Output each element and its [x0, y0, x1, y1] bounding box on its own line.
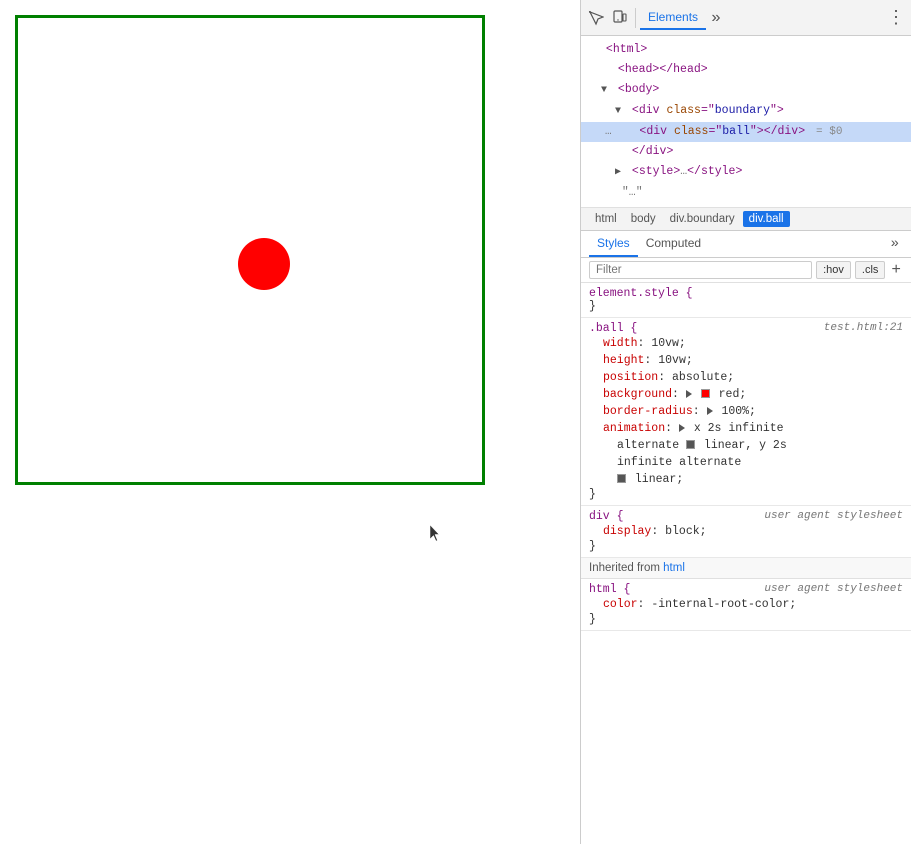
prop-animation-line2: alternate linear, y 2s	[589, 437, 903, 454]
filter-bar: :hov .cls +	[581, 258, 911, 283]
toolbar-divider	[635, 8, 636, 28]
dom-line-close-boundary[interactable]: </div>	[581, 142, 911, 162]
dom-line-body[interactable]: ▼ <body>	[581, 80, 911, 101]
boundary-div	[15, 15, 485, 485]
anim-swatch-2[interactable]	[617, 474, 626, 483]
prop-display[interactable]: display: block;	[589, 523, 903, 540]
breadcrumb: html body div.boundary div.ball	[581, 208, 911, 231]
prop-color[interactable]: color: -internal-root-color;	[589, 596, 903, 613]
rule-element-style: element.style { }	[581, 283, 911, 318]
prop-animation-line4: linear;	[589, 471, 903, 488]
rule-close-div: }	[589, 540, 903, 553]
dom-tree: <html> <head></head> ▼ <body> ▼ <div cla…	[581, 36, 911, 208]
rule-close-html: }	[589, 613, 903, 626]
rule-close-ball: }	[589, 488, 903, 501]
tab-computed[interactable]: Computed	[638, 231, 709, 257]
cls-button[interactable]: .cls	[855, 261, 886, 279]
rule-selector-element-style[interactable]: element.style {	[589, 287, 903, 300]
rule-div-ua: div { user agent stylesheet display: blo…	[581, 506, 911, 558]
hov-button[interactable]: :hov	[816, 261, 851, 279]
devtools-menu-icon[interactable]: ⋮	[885, 7, 907, 29]
styles-tabs: Styles Computed »	[581, 231, 911, 258]
ball-div	[238, 238, 290, 290]
prop-width[interactable]: width: 10vw;	[589, 335, 903, 352]
prop-animation-line3: infinite alternate	[589, 454, 903, 471]
anim-expand-icon[interactable]	[679, 424, 685, 432]
tab-styles[interactable]: Styles	[589, 231, 638, 257]
prop-background[interactable]: background: red;	[589, 386, 903, 403]
rule-close-element-style: }	[589, 300, 903, 313]
device-icon[interactable]	[609, 7, 631, 29]
rule-source-ball[interactable]: test.html:21	[824, 322, 903, 334]
styles-more-icon[interactable]: »	[887, 232, 903, 256]
rule-ball: .ball { test.html:21 width: 10vw; height…	[581, 318, 911, 506]
prop-position[interactable]: position: absolute;	[589, 369, 903, 386]
dom-line-boundary[interactable]: ▼ <div class="boundary">	[581, 101, 911, 122]
inspect-icon[interactable]	[585, 7, 607, 29]
devtools-tab-bar: Elements »	[640, 6, 885, 30]
bc-body[interactable]: body	[625, 211, 662, 227]
bc-div-boundary[interactable]: div.boundary	[664, 211, 741, 227]
rule-selector-div[interactable]: div { user agent stylesheet	[589, 510, 903, 523]
dom-line-head[interactable]: <head></head>	[581, 60, 911, 80]
prop-animation[interactable]: animation: x 2s infinite	[589, 420, 903, 437]
cursor-arrow	[430, 525, 442, 543]
inherited-header: Inherited from html	[581, 558, 911, 579]
filter-input[interactable]	[589, 261, 812, 279]
devtools-toolbar: Elements » ⋮	[581, 0, 911, 36]
bc-div-ball[interactable]: div.ball	[743, 211, 790, 227]
more-tabs-icon[interactable]: »	[706, 8, 726, 28]
devtools-panel: Elements » ⋮ <html> <head></head> ▼ <bod…	[580, 0, 911, 844]
tab-elements[interactable]: Elements	[640, 6, 706, 30]
dom-line-ball[interactable]: … <div class="ball"></div> = $0	[581, 122, 911, 142]
rule-selector-ball[interactable]: .ball { test.html:21	[589, 322, 903, 335]
ua-label-div: user agent stylesheet	[764, 510, 903, 522]
bc-html[interactable]: html	[589, 211, 623, 227]
add-style-button[interactable]: +	[889, 261, 903, 279]
bg-expand-icon[interactable]	[686, 390, 692, 398]
prop-border-radius[interactable]: border-radius: 100%;	[589, 403, 903, 420]
dom-line-style[interactable]: ▶ <style>…</style>	[581, 162, 911, 183]
anim-swatch-1[interactable]	[686, 440, 695, 449]
color-swatch-red[interactable]	[701, 389, 710, 398]
ua-label-html: user agent stylesheet	[764, 583, 903, 595]
prop-height[interactable]: height: 10vw;	[589, 352, 903, 369]
dom-line-text[interactable]: "…"	[581, 183, 911, 203]
br-expand-icon[interactable]	[707, 407, 713, 415]
dom-line-html[interactable]: <html>	[581, 40, 911, 60]
inherited-link-html[interactable]: html	[663, 562, 685, 574]
css-rules: element.style { } .ball { test.html:21 w…	[581, 283, 911, 844]
preview-panel	[0, 0, 580, 844]
rule-selector-html[interactable]: html { user agent stylesheet	[589, 583, 903, 596]
rule-html-ua: html { user agent stylesheet color: -int…	[581, 579, 911, 631]
